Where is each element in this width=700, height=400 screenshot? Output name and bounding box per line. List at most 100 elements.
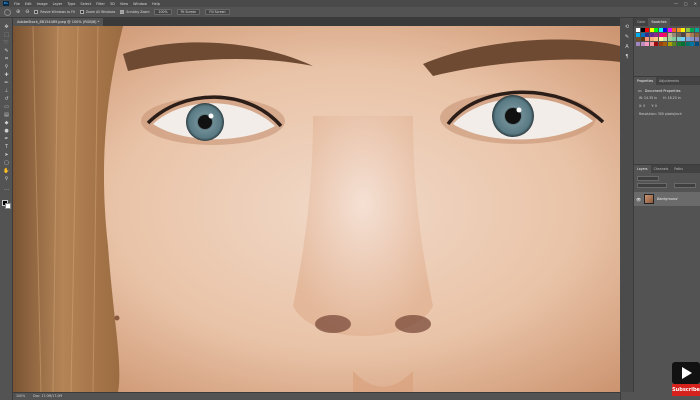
color-swatch[interactable] — [676, 41, 681, 46]
color-swatch[interactable] — [667, 41, 672, 46]
color-swatch[interactable] — [654, 37, 658, 41]
move-tool-icon[interactable]: ✥ — [3, 24, 10, 30]
history-icon[interactable]: ⟲ — [624, 24, 630, 30]
color-swatch[interactable] — [667, 28, 672, 32]
color-swatch[interactable] — [694, 37, 699, 41]
pen-tool-icon[interactable]: ✒ — [3, 136, 10, 142]
history-brush-tool-icon[interactable]: ↺ — [3, 96, 10, 102]
path-select-tool-icon[interactable]: ➤ — [3, 152, 10, 158]
dodge-tool-icon[interactable]: ● — [3, 128, 10, 134]
color-swatch[interactable] — [658, 32, 663, 37]
color-swatch[interactable] — [649, 41, 654, 46]
tab-layers[interactable]: Layers — [634, 165, 651, 173]
x-value[interactable]: X: 0 — [639, 104, 645, 108]
color-swatch[interactable] — [640, 41, 645, 46]
healing-brush-tool-icon[interactable]: ✚ — [3, 72, 10, 78]
zoom-tool-icon[interactable]: ⚲ — [3, 176, 10, 182]
quick-select-tool-icon[interactable]: ✎ — [3, 48, 10, 54]
color-swatch[interactable] — [681, 32, 685, 37]
zoom-out-icon[interactable]: ⊖ — [25, 9, 29, 15]
tab-paths[interactable]: Paths — [671, 165, 686, 173]
scrubby-zoom-checkbox[interactable]: Scrubby Zoom — [120, 10, 149, 14]
color-swatch[interactable] — [649, 28, 654, 32]
color-swatch[interactable] — [676, 37, 681, 41]
color-swatch[interactable] — [658, 41, 663, 46]
menu-view[interactable]: View — [120, 2, 128, 6]
resize-windows-checkbox[interactable]: Resize Windows to Fit — [34, 10, 75, 14]
more-tools-icon[interactable]: … — [3, 186, 10, 192]
color-swatch[interactable] — [640, 28, 645, 32]
tab-properties[interactable]: Properties — [634, 77, 657, 85]
color-swatch[interactable] — [681, 37, 685, 41]
color-swatch[interactable] — [672, 28, 676, 32]
layer-filter-select[interactable] — [637, 176, 659, 181]
menu-type[interactable]: Type — [67, 2, 75, 6]
color-swatch[interactable] — [667, 37, 672, 41]
brush-settings-icon[interactable]: ✎ — [624, 34, 630, 40]
menu-filter[interactable]: Filter — [96, 2, 105, 6]
color-swatch[interactable] — [694, 32, 699, 37]
color-swatch[interactable] — [636, 41, 640, 46]
lasso-tool-icon[interactable]: ➰ — [3, 40, 10, 46]
color-swatch[interactable] — [663, 41, 667, 46]
layer-row[interactable]: 👁 Background — [634, 192, 700, 206]
color-swatch[interactable] — [690, 41, 694, 46]
menu-3d[interactable]: 3D — [110, 2, 115, 6]
color-swatch[interactable] — [676, 32, 681, 37]
color-swatch[interactable] — [694, 41, 699, 46]
color-swatch[interactable] — [649, 32, 654, 37]
blur-tool-icon[interactable]: ◆ — [3, 120, 10, 126]
color-swatch[interactable] — [681, 28, 685, 32]
color-swatch[interactable] — [636, 37, 640, 41]
color-swatch[interactable] — [690, 37, 694, 41]
color-swatch[interactable] — [654, 41, 658, 46]
subscribe-badge[interactable]: Subscribe — [672, 362, 700, 400]
maximize-icon[interactable]: ▢ — [684, 1, 688, 6]
character-icon[interactable]: A — [624, 44, 630, 50]
color-swatch[interactable] — [672, 41, 676, 46]
color-swatch[interactable] — [645, 37, 649, 41]
type-tool-icon[interactable]: T — [3, 144, 10, 150]
zoom-in-icon[interactable]: ⊕ — [16, 9, 20, 15]
eraser-tool-icon[interactable]: ▭ — [3, 104, 10, 110]
color-swatch[interactable] — [654, 32, 658, 37]
brush-tool-icon[interactable]: ✏ — [3, 80, 10, 86]
blend-mode-select[interactable] — [637, 183, 667, 188]
color-swatch[interactable] — [676, 28, 681, 32]
height-value[interactable]: H: 16.25 in — [663, 96, 681, 100]
color-swatch[interactable] — [640, 32, 645, 37]
minimize-icon[interactable]: — — [674, 1, 678, 6]
color-swatch[interactable] — [645, 32, 649, 37]
tab-swatches[interactable]: Swatches — [648, 18, 670, 26]
color-swatch[interactable] — [645, 28, 649, 32]
document-tab[interactable]: AdobeStock_88154489.jpeg @ 100% (RGB/8) … — [13, 18, 104, 26]
color-swatch[interactable] — [636, 28, 640, 32]
tab-channels[interactable]: Channels — [651, 165, 672, 173]
menu-file[interactable]: File — [14, 2, 20, 6]
color-swatch[interactable] — [654, 28, 658, 32]
tab-color[interactable]: Color — [634, 18, 648, 26]
crop-tool-icon[interactable]: ⌗ — [3, 56, 10, 62]
width-value[interactable]: W: 24.35 in — [639, 96, 657, 100]
zoom-100-button[interactable]: 100% — [154, 9, 172, 15]
paragraph-icon[interactable]: ¶ — [624, 54, 630, 60]
color-swatch[interactable] — [663, 32, 667, 37]
eyedropper-tool-icon[interactable]: ⚲ — [3, 64, 10, 70]
color-swatch[interactable] — [685, 37, 690, 41]
color-swatch[interactable] — [658, 28, 663, 32]
zoom-level[interactable]: 100% — [16, 393, 25, 400]
menu-layer[interactable]: Layer — [53, 2, 63, 6]
menu-edit[interactable]: Edit — [25, 2, 32, 6]
color-swatch[interactable] — [685, 41, 690, 46]
color-swatch[interactable] — [636, 32, 640, 37]
menu-select[interactable]: Select — [80, 2, 91, 6]
background-color-swatch[interactable] — [5, 203, 11, 209]
image-canvas[interactable] — [13, 26, 620, 392]
clone-stamp-tool-icon[interactable]: ⊥ — [3, 88, 10, 94]
zoom-tool-icon[interactable] — [4, 8, 11, 16]
color-swatch[interactable] — [685, 28, 690, 32]
tab-adjustments[interactable]: Adjustments — [656, 77, 682, 85]
color-swatch[interactable] — [663, 28, 667, 32]
color-swatch[interactable] — [667, 32, 672, 37]
color-swatch[interactable] — [649, 37, 654, 41]
